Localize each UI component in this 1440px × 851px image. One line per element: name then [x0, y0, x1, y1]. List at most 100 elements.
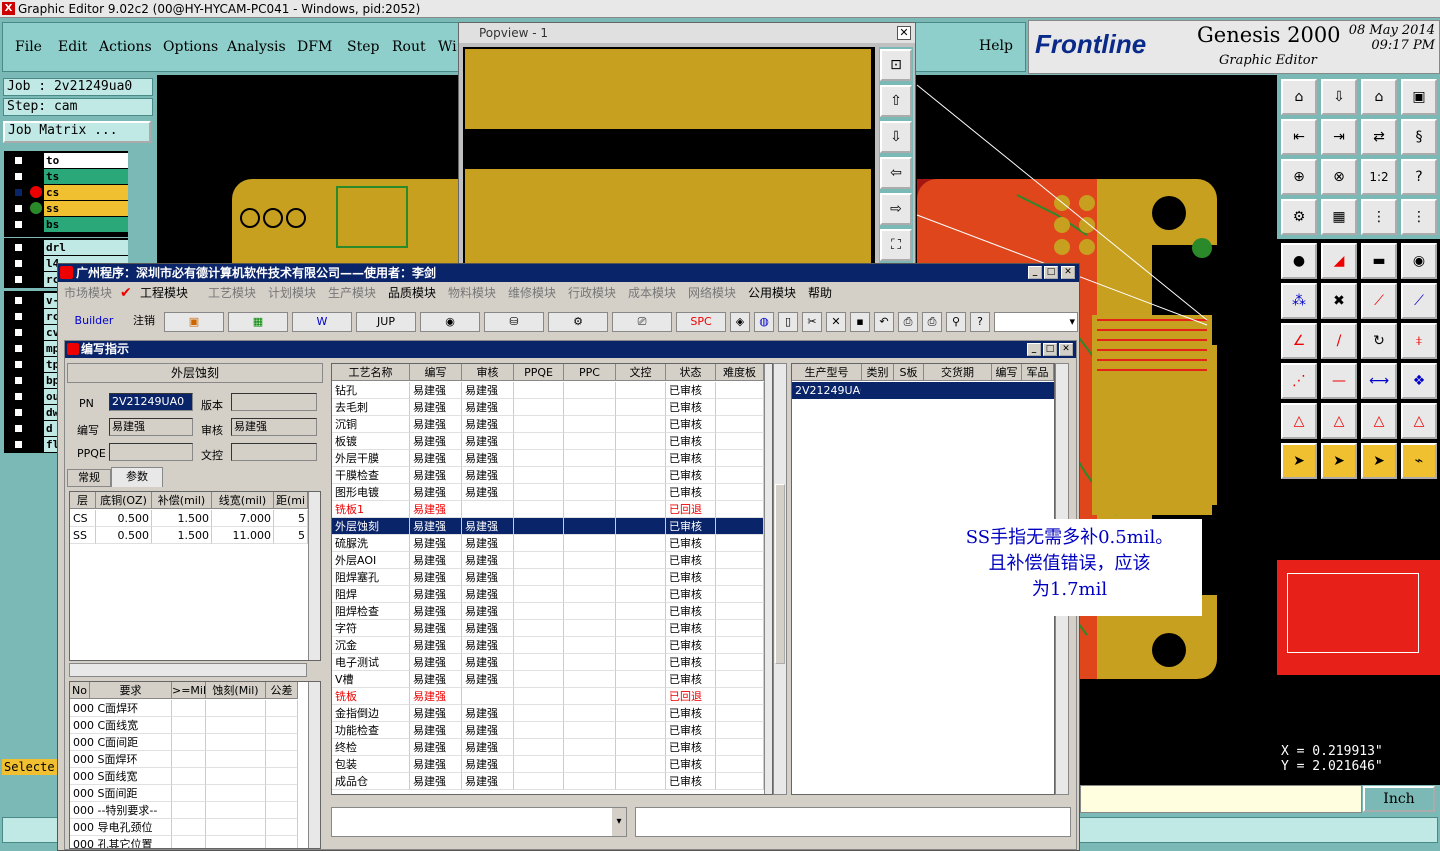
doc-field[interactable]	[231, 443, 317, 461]
help-circle-icon[interactable]: ?	[970, 312, 990, 332]
jup-button[interactable]: JUP	[356, 312, 416, 332]
menu-market[interactable]: 市场模块	[64, 283, 112, 303]
process-row[interactable]: 干膜检查 易建强 易建强 已审核	[332, 467, 764, 484]
requirement-row[interactable]: 000 C面焊环	[70, 700, 308, 717]
process-row[interactable]: 电子测试 易建强 易建强 已审核	[332, 654, 764, 671]
requirement-row[interactable]: 000 S面间距	[70, 785, 308, 802]
tri-icon[interactable]: △	[1281, 403, 1317, 439]
menu-maintenance[interactable]: 维修模块	[508, 283, 556, 303]
angle-icon[interactable]: ∠	[1281, 323, 1317, 359]
sub-maximize-button[interactable]: □	[1043, 343, 1057, 356]
menu-production[interactable]: 生产模块	[328, 283, 376, 303]
requirement-row[interactable]: 000 C面线宽	[70, 717, 308, 734]
menu-window[interactable]: Wi	[438, 39, 457, 55]
layer-to[interactable]: to	[10, 153, 128, 168]
requirement-row[interactable]: 000 C面间距	[70, 734, 308, 751]
home-icon[interactable]: ⌂	[1281, 79, 1317, 115]
menu-process[interactable]: 工艺模块	[208, 283, 256, 303]
new-doc-icon[interactable]: ▯	[778, 312, 798, 332]
ppt-icon[interactable]: ▣	[164, 312, 224, 332]
param-row[interactable]: CS 0.500 1.500 7.000 5	[70, 510, 308, 527]
menu-edit[interactable]: Edit	[58, 39, 87, 55]
requirement-row[interactable]: 000 --特别要求--	[70, 802, 308, 819]
params-hscrollbar[interactable]	[69, 663, 307, 677]
download-icon[interactable]: ⇩	[1321, 79, 1357, 115]
process-row[interactable]: 铣板 易建强 已回退	[332, 688, 764, 705]
diag2-icon[interactable]: ⟋	[1401, 283, 1437, 319]
tri3-icon[interactable]: △	[1361, 403, 1397, 439]
sub-minimize-button[interactable]: _	[1027, 343, 1041, 356]
menu-admin[interactable]: 行政模块	[568, 283, 616, 303]
help-icon[interactable]: ?	[1401, 159, 1437, 195]
menu-actions[interactable]: Actions	[99, 39, 152, 55]
process-row[interactable]: 阻焊塞孔 易建强 易建强 已审核	[332, 569, 764, 586]
slash-icon[interactable]: /	[1321, 323, 1357, 359]
snap-icon[interactable]: ⋮	[1361, 199, 1397, 235]
note-field[interactable]	[635, 807, 1071, 837]
tri4-icon[interactable]: △	[1401, 403, 1437, 439]
undo-icon[interactable]: ↶	[874, 312, 894, 332]
popview-left-icon[interactable]: ⇦	[880, 157, 912, 189]
tab-general[interactable]: 常规	[67, 469, 111, 487]
menu-help[interactable]: Help	[979, 38, 1013, 54]
requirement-row[interactable]: 000 导电孔颈位	[70, 819, 308, 836]
preview-icon[interactable]: ⎙	[898, 312, 918, 332]
center-icon[interactable]: ⊗	[1321, 159, 1357, 195]
process-row[interactable]: 沉铜 易建强 易建强 已审核	[332, 416, 764, 433]
menu-dfm[interactable]: DFM	[297, 39, 332, 55]
menu-rout[interactable]: Rout	[392, 39, 426, 55]
menu-step[interactable]: Step	[347, 39, 379, 55]
hline-icon[interactable]: —	[1321, 363, 1357, 399]
process-scrollbar[interactable]	[773, 363, 787, 795]
process-row[interactable]: 字符 易建强 易建强 已审核	[332, 620, 764, 637]
grid-icon[interactable]: ▦	[1321, 199, 1357, 235]
requirement-row[interactable]: 000 S面焊环	[70, 751, 308, 768]
requirement-row[interactable]: 000 孔其它位置	[70, 836, 308, 848]
process-row[interactable]: 外层干膜 易建强 易建强 已审核	[332, 450, 764, 467]
process-row[interactable]: 金指倒边 易建强 易建强 已审核	[332, 705, 764, 722]
layer-cs[interactable]: cs	[10, 185, 128, 200]
req-scrollbar[interactable]	[308, 682, 320, 848]
process-row[interactable]: 图形电镀 易建强 易建强 已审核	[332, 484, 764, 501]
word-icon[interactable]: W	[292, 312, 352, 332]
cut-icon[interactable]: ✂	[802, 312, 822, 332]
process-row[interactable]: 铣板1 易建强 已回退	[332, 501, 764, 518]
popview-canvas[interactable]	[463, 47, 875, 267]
process-row[interactable]: 钻孔 易建强 易建强 已审核	[332, 382, 764, 399]
circle-icon[interactable]: ◉	[1401, 243, 1437, 279]
pointer2-icon[interactable]: ➤	[1321, 443, 1357, 479]
cube-icon[interactable]: ◈	[730, 312, 750, 332]
toolbar-dropdown[interactable]: ▾	[994, 312, 1078, 332]
menu-quality[interactable]: 品质模块	[388, 283, 436, 303]
units-button[interactable]: Inch	[1363, 786, 1435, 812]
fit-icon[interactable]: ⊕	[1281, 159, 1317, 195]
connect-icon[interactable]: ⁂	[1281, 283, 1317, 319]
gears-icon[interactable]: ⚙	[548, 312, 608, 332]
layer-bs[interactable]: bs	[10, 217, 128, 232]
process-row[interactable]: 外层蚀刻 易建强 易建强 已审核	[332, 518, 764, 535]
job-matrix-button[interactable]: Job Matrix ...	[3, 121, 151, 143]
menu-plan[interactable]: 计划模块	[268, 283, 316, 303]
ratio-icon[interactable]: 1:2	[1361, 159, 1397, 195]
save-icon[interactable]: ▪	[850, 312, 870, 332]
point-icon[interactable]: ⋰	[1281, 363, 1317, 399]
process-row[interactable]: 外层AOI 易建强 易建强 已审核	[332, 552, 764, 569]
sub-close-button[interactable]: ✕	[1059, 343, 1073, 356]
process-row[interactable]: 成品仓 易建强 易建强 已审核	[332, 773, 764, 790]
arc-icon[interactable]: ↻	[1361, 323, 1397, 359]
process-row[interactable]: 硫脲洗 易建强 易建强 已审核	[332, 535, 764, 552]
s-icon[interactable]: §	[1401, 119, 1437, 155]
popview-right-icon[interactable]: ⇨	[880, 193, 912, 225]
tri2-icon[interactable]: △	[1321, 403, 1357, 439]
snap2-icon[interactable]: ⋮	[1401, 199, 1437, 235]
params-scrollbar[interactable]	[308, 492, 320, 660]
process-row[interactable]: 去毛刺 易建强 易建强 已审核	[332, 399, 764, 416]
menu-material[interactable]: 物料模块	[448, 283, 496, 303]
pointer-icon[interactable]: ➤	[1281, 443, 1317, 479]
pn-field[interactable]: 2V21249UA0	[109, 393, 193, 411]
settings-icon[interactable]: ⚙	[1281, 199, 1317, 235]
process-row[interactable]: 板镀 易建强 易建强 已审核	[332, 433, 764, 450]
process-row[interactable]: 阻焊 易建强 易建强 已审核	[332, 586, 764, 603]
mini-map[interactable]	[1277, 485, 1440, 740]
layer-ss[interactable]: ss	[10, 201, 128, 216]
